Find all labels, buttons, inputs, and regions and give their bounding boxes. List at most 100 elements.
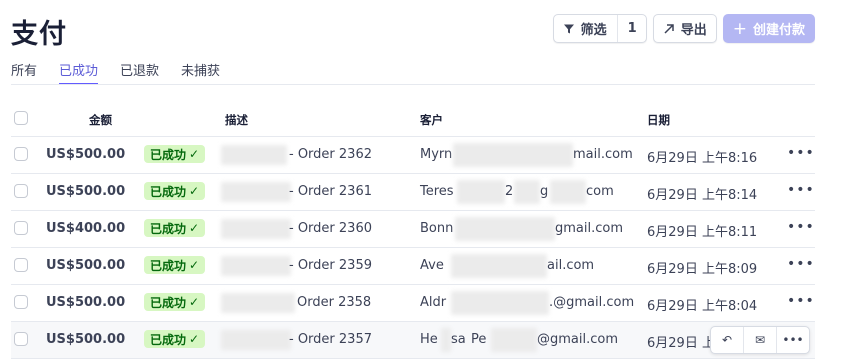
row-customer-start: Ave: [420, 258, 444, 273]
table-row[interactable]: US$500.00 已成功 ✓ Order 2358 Aldr .@gmail.c…: [11, 285, 815, 322]
row-amount: US$500.00: [46, 147, 126, 162]
header-customer: 客户: [420, 113, 443, 127]
status-label: 已成功: [150, 184, 187, 199]
row-description: - Order 2357: [289, 332, 372, 347]
check-icon: ✓: [189, 295, 200, 309]
status-badge: 已成功 ✓: [144, 182, 206, 200]
create-payment-button[interactable]: + 创建付款: [722, 14, 815, 43]
table-row[interactable]: US$400.00 已成功 ✓ - Order 2360 Bonn gmail.c…: [11, 211, 815, 248]
row-checkbox[interactable]: [14, 295, 28, 309]
redaction-blur: [221, 256, 291, 276]
row-customer-part: g: [540, 184, 549, 199]
row-description: Order 2358: [297, 295, 372, 310]
row-customer-end: .@gmail.com: [549, 295, 635, 310]
tab-succeeded[interactable]: 已成功: [59, 58, 99, 85]
tab-uncaptured[interactable]: 未捕获: [181, 58, 220, 85]
export-label: 导出: [680, 23, 707, 38]
row-description: - Order 2362: [289, 147, 372, 162]
redaction-blur: [453, 143, 573, 167]
check-icon: ✓: [189, 147, 200, 161]
filter-divider: [616, 15, 618, 42]
more-actions-icon[interactable]: •••: [777, 327, 809, 353]
status-label: 已成功: [150, 147, 187, 162]
redaction-blur: [221, 182, 291, 202]
redaction-blur: [457, 180, 505, 204]
more-actions-icon[interactable]: •••: [787, 256, 815, 272]
header-description: 描述: [225, 113, 248, 127]
redaction-blur: [441, 328, 451, 352]
page-title: 支付: [11, 19, 67, 50]
row-customer-start: Aldr: [420, 295, 447, 310]
row-customer-start: Myrn: [420, 147, 453, 162]
row-amount: US$500.00: [46, 295, 126, 310]
redaction-blur: [491, 328, 537, 352]
row-actions: ↶ ✉ •••: [710, 326, 810, 354]
row-customer-start: Teres: [420, 184, 454, 199]
header-date: 日期: [647, 113, 670, 127]
row-date: 6月29日 上午8:09: [647, 262, 758, 277]
row-amount: US$500.00: [46, 258, 126, 273]
redaction-blur: [221, 293, 295, 313]
status-label: 已成功: [150, 332, 187, 347]
check-icon: ✓: [189, 258, 200, 272]
redaction-blur: [514, 180, 540, 204]
row-checkbox[interactable]: [14, 221, 28, 235]
email-icon[interactable]: ✉: [744, 327, 777, 353]
row-customer-part: Pe: [471, 332, 487, 347]
redaction-blur: [451, 254, 547, 278]
create-payment-label: 创建付款: [752, 23, 805, 38]
plus-icon: +: [732, 18, 747, 39]
toolbar: 筛选 1 导出 + 创建付款: [552, 14, 815, 43]
redaction-blur: [455, 217, 555, 241]
refund-icon[interactable]: ↶: [711, 327, 744, 353]
select-all-checkbox[interactable]: [14, 111, 28, 125]
row-description: - Order 2361: [289, 184, 372, 199]
check-icon: ✓: [189, 332, 200, 346]
more-actions-icon[interactable]: •••: [787, 219, 815, 235]
table-row[interactable]: US$500.00 已成功 ✓ - Order 2359 Ave ail.com …: [11, 248, 815, 285]
row-customer-end: com: [586, 184, 614, 199]
more-actions-icon[interactable]: •••: [787, 293, 815, 309]
row-checkbox[interactable]: [14, 258, 28, 272]
row-amount: US$500.00: [46, 332, 126, 347]
more-actions-icon[interactable]: •••: [787, 145, 815, 161]
payments-table: 金额 描述 客户 日期 US$500.00 已成功 ✓ - Order 2362 …: [11, 102, 815, 359]
row-description: - Order 2360: [289, 221, 372, 236]
filter-count: 1: [627, 21, 637, 36]
row-amount: US$500.00: [46, 184, 126, 199]
row-date: 6月29日 上午8:11: [647, 225, 758, 240]
row-customer-end: gmail.com: [555, 221, 624, 236]
export-arrow-icon: [664, 23, 674, 34]
tab-refunded[interactable]: 已退款: [120, 58, 159, 85]
check-icon: ✓: [189, 184, 200, 198]
status-badge: 已成功 ✓: [144, 330, 206, 348]
row-customer-part: sa: [451, 332, 466, 347]
row-date: 6月29日 上午8:04: [647, 299, 758, 314]
row-checkbox[interactable]: [14, 184, 28, 198]
filter-icon: [563, 24, 574, 33]
status-tabs: 所有 已成功 已退款 未捕获: [11, 58, 242, 85]
row-customer-end: mail.com: [573, 147, 633, 162]
row-checkbox[interactable]: [14, 332, 28, 346]
status-badge: 已成功 ✓: [144, 219, 206, 237]
row-customer-start: Bonn: [420, 221, 454, 236]
status-label: 已成功: [150, 295, 187, 310]
status-badge: 已成功 ✓: [144, 256, 206, 274]
row-checkbox[interactable]: [14, 147, 28, 161]
export-button[interactable]: 导出: [652, 14, 717, 43]
tabs-divider: [11, 84, 815, 85]
table-row[interactable]: US$500.00 已成功 ✓ - Order 2362 Myrn mail.co…: [11, 137, 815, 174]
table-row[interactable]: US$500.00 已成功 ✓ - Order 2357 He sa Pe @gm…: [11, 322, 815, 359]
header-amount: 金额: [89, 113, 112, 127]
tab-all[interactable]: 所有: [11, 58, 37, 85]
redaction-blur: [550, 180, 586, 204]
row-customer-end: ail.com: [547, 258, 595, 273]
filter-button[interactable]: 筛选 1: [552, 14, 647, 43]
status-label: 已成功: [150, 258, 187, 273]
table-header: 金额 描述 客户 日期: [11, 102, 815, 137]
more-actions-icon[interactable]: •••: [787, 182, 815, 198]
row-customer-end: @gmail.com: [537, 332, 619, 347]
table-row[interactable]: US$500.00 已成功 ✓ - Order 2361 Teres 2 g co…: [11, 174, 815, 211]
row-customer-start: He: [420, 332, 438, 347]
redaction-blur: [221, 219, 291, 239]
